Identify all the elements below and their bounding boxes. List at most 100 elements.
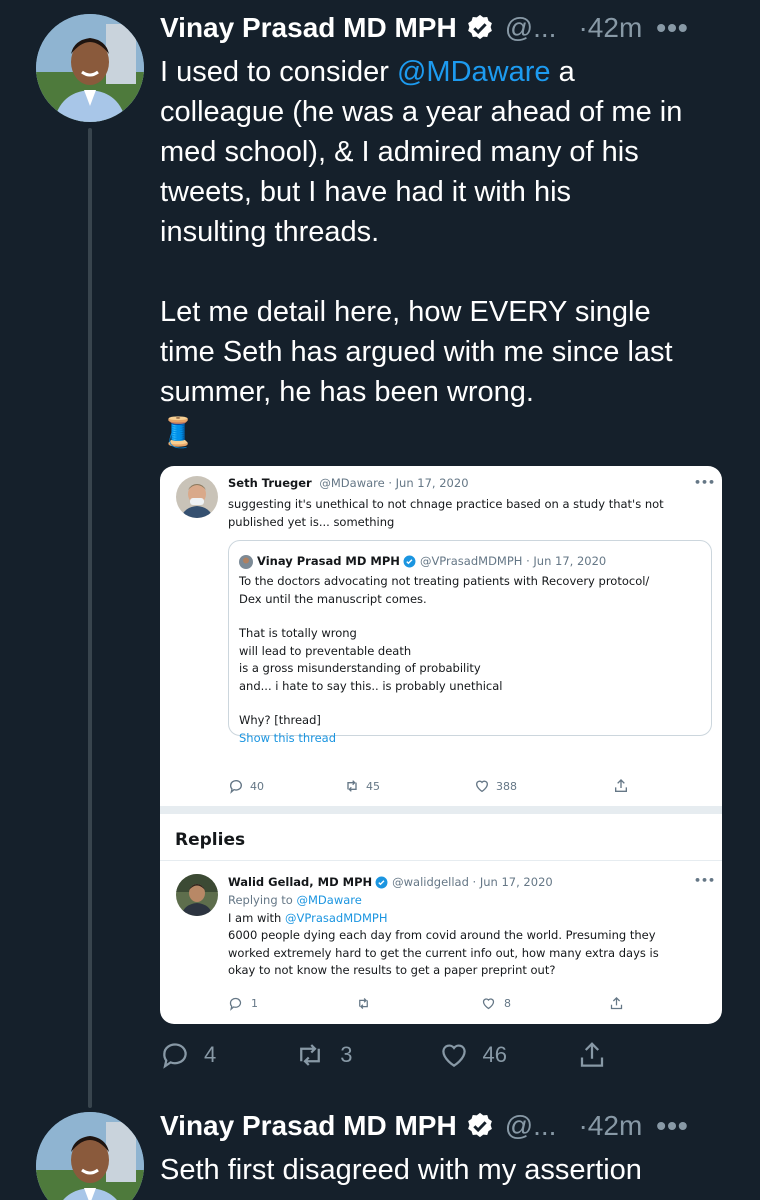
like-button[interactable]: 46	[439, 1040, 507, 1070]
quoted-line: That is totally wrong	[239, 626, 357, 640]
share-icon	[580, 1042, 604, 1067]
tweet-timestamp[interactable]: ·42m	[578, 1110, 642, 1142]
tweet-line: Let me detail here, how EVERY single	[160, 296, 651, 328]
more-icon[interactable]: •••	[656, 12, 688, 44]
tweet-line: time Seth has argued with me since last	[160, 336, 673, 368]
reply-handle-date: @walidgellad · Jun 17, 2020	[392, 875, 553, 889]
tweet-body: Seth first disagreed with my assertion	[160, 1150, 740, 1190]
replying-to-mention: @MDaware	[296, 893, 362, 907]
replying-prefix: Replying to	[228, 893, 297, 907]
quoted-gap	[239, 695, 649, 712]
quoted-line: To the doctors advocating not treating p…	[239, 574, 650, 588]
verified-badge-icon	[375, 876, 388, 889]
reply-line: okay to not know the results to get a pa…	[228, 963, 556, 977]
quoted-avatar-icon	[239, 554, 253, 569]
share-icon	[615, 779, 627, 792]
author-handle[interactable]: @...	[505, 12, 557, 44]
quoted-line: is a gross misunderstanding of probabili…	[239, 661, 481, 675]
quoted-gap	[239, 608, 649, 625]
embed-tweet-header: Seth Trueger @MDaware · Jun 17, 2020	[228, 475, 469, 492]
retweet-icon	[359, 998, 368, 1009]
embedded-screenshot[interactable]: Seth Trueger @MDaware · Jun 17, 2020 •••…	[160, 466, 722, 1024]
reply-line: I am with @VPrasadMDMPH	[228, 910, 659, 928]
verified-badge-icon	[403, 555, 416, 568]
show-thread-link: Show this thread	[239, 730, 337, 745]
reply-more-icon: •••	[694, 874, 716, 887]
reply-count: 4	[204, 1042, 217, 1067]
like-icon	[482, 998, 495, 1010]
quoted-line: will lead to preventable death	[239, 643, 412, 658]
tweet-text-segment: a	[550, 56, 575, 88]
tweet-header: Vinay Prasad MD MPH @... ·42m •••	[160, 1110, 689, 1142]
reply-line: worked extremely hard to get the current…	[228, 945, 659, 960]
tweet-text-segment: I used to consider	[160, 56, 397, 88]
embed-reply-count: 40	[250, 779, 264, 793]
tweet-body: I used to consider @MDaware a colleague …	[160, 52, 740, 452]
reply-like-count: 8	[504, 997, 511, 1010]
embed-handle-date: @MDaware · Jun 17, 2020	[319, 476, 469, 490]
reply-line-prefix: I am with	[228, 910, 286, 925]
reply-reply-action: 1	[228, 996, 258, 1011]
quoted-line: Dex until the manuscript comes.	[239, 591, 427, 606]
reply-avatar	[176, 874, 218, 916]
reply-share-action	[609, 996, 624, 1011]
quoted-author-name: Vinay Prasad MD MPH	[257, 554, 400, 568]
quoted-line: and... i hate to say this.. is probably …	[239, 678, 503, 693]
tweet-timestamp[interactable]: ·42m	[578, 12, 642, 44]
like-icon	[475, 780, 489, 793]
reply-icon	[163, 1043, 187, 1069]
embed-section-divider	[160, 806, 722, 814]
reply-header: Walid Gellad, MD MPH @walidgellad · Jun …	[228, 874, 553, 891]
embed-retweet-count: 45	[366, 779, 380, 793]
retweet-button[interactable]: 3	[294, 1040, 353, 1070]
embed-tweet-line: suggesting it's unethical to not chnage …	[228, 497, 664, 511]
tweet-action-bar: 4 3 46	[160, 1040, 607, 1070]
embed-like-action: 388	[474, 778, 517, 794]
embed-avatar	[176, 476, 218, 518]
embed-share-action	[613, 778, 629, 794]
reply-mention: @VPrasadMDMPH	[285, 910, 388, 925]
quoted-tweet: Vinay Prasad MD MPH @VPrasadMDMPH · Jun …	[228, 540, 712, 745]
retweet-count: 3	[340, 1042, 353, 1067]
author-name[interactable]: Vinay Prasad MD MPH	[160, 1110, 457, 1142]
reply-line: 6000 people dying each day from covid ar…	[228, 928, 656, 942]
avatar[interactable]	[36, 14, 144, 122]
thread-emoji: 🧵	[160, 415, 197, 449]
tweet-line: insulting threads.	[160, 216, 380, 248]
reply-author-name: Walid Gellad, MD MPH	[228, 875, 373, 889]
embed-replies-divider	[160, 860, 722, 861]
verified-badge-icon	[467, 14, 492, 40]
retweet-icon	[347, 780, 357, 792]
author-name[interactable]: Vinay Prasad MD MPH	[160, 12, 457, 44]
tweet-line: colleague (he was a year ahead of me in	[160, 96, 683, 128]
reply-body: Replying to @MDaware I am with @VPrasadM…	[228, 892, 659, 980]
more-icon[interactable]: •••	[656, 1110, 688, 1142]
thread-connector-line	[88, 128, 92, 1108]
embed-more-icon: •••	[694, 476, 716, 489]
reply-reply-count: 1	[251, 997, 258, 1010]
avatar[interactable]	[36, 1112, 144, 1200]
tweet-line: Seth first disagreed with my assertion	[160, 1154, 642, 1186]
tweet-line: med school), & I admired many of his	[160, 136, 639, 168]
author-handle[interactable]: @...	[505, 1110, 557, 1142]
verified-badge-icon	[467, 1112, 492, 1138]
embed-retweet-action: 45	[344, 778, 380, 794]
embed-reply-action: 40	[228, 778, 264, 794]
tweet-header: Vinay Prasad MD MPH @... ·42m •••	[160, 12, 689, 44]
embed-author-name: Seth Trueger	[228, 476, 312, 490]
reply-action-bar: 1 8	[228, 996, 624, 1011]
quoted-line: Why? [thread]	[239, 713, 321, 727]
like-icon	[441, 1044, 466, 1067]
embed-action-bar: 40 45 388	[228, 778, 629, 794]
quoted-handle-date: @VPrasadMDMPH · Jun 17, 2020	[419, 554, 607, 568]
share-button[interactable]	[577, 1040, 607, 1070]
mention-link[interactable]: @MDaware	[397, 56, 551, 88]
like-count: 46	[482, 1042, 507, 1067]
reply-button[interactable]: 4	[160, 1040, 216, 1070]
retweet-icon	[300, 1044, 321, 1066]
reply-icon	[229, 997, 242, 1011]
share-icon	[610, 996, 623, 1010]
tweet-line: I used to consider @MDaware a	[160, 52, 740, 92]
embed-tweet-line: published yet is... something	[228, 514, 395, 529]
